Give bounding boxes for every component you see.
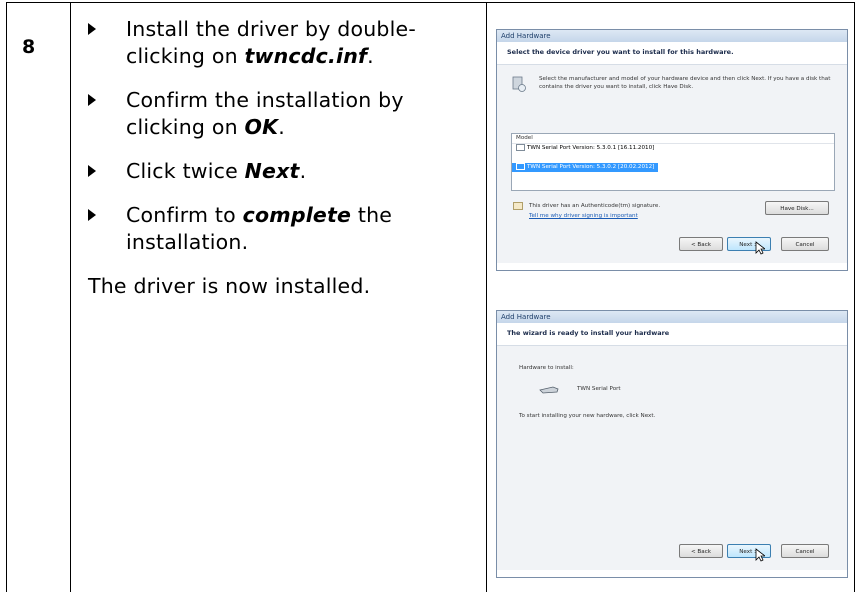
mouse-cursor-icon (755, 241, 765, 255)
instruction-item: Confirm to complete the installation. (88, 202, 468, 256)
dialog-heading: The wizard is ready to install your hard… (497, 323, 847, 346)
bullet-arrow-icon (88, 209, 96, 221)
completion-note: The driver is now installed. (88, 274, 371, 298)
bullet-arrow-icon (88, 94, 96, 106)
back-button[interactable]: < Back (679, 237, 723, 251)
instruction-text: Click twice (126, 159, 245, 183)
device-icon (516, 144, 525, 151)
instruction-item: Install the driver by double-clicking on… (88, 16, 468, 70)
driver-signing-link[interactable]: Tell me why driver signing is important (529, 212, 638, 220)
hardware-to-install-label: Hardware to install: (519, 365, 574, 371)
model-list-item[interactable]: TWN Serial Port Version: 5.3.0.1 [16.11.… (512, 144, 834, 153)
instruction-suffix: . (278, 115, 285, 139)
model-list-item-selected[interactable]: TWN Serial Port Version: 5.3.0.2 [20.02.… (512, 163, 659, 172)
instruction-emphasis: OK (244, 115, 279, 139)
dialog-body: Hardware to install: TWN Serial Port To … (497, 346, 847, 570)
install-instruction: To start installing your new hardware, c… (519, 413, 656, 419)
device-name: TWN Serial Port (577, 386, 621, 392)
signature-text: This driver has an Authenticode(tm) sign… (529, 203, 661, 209)
dialog-title: Add Hardware (497, 311, 847, 323)
instruction-emphasis: twncdc.inf (244, 44, 368, 68)
device-icon (516, 163, 525, 170)
dialog-title: Add Hardware (497, 30, 847, 42)
select-driver-dialog: Add Hardware Select the device driver yo… (496, 29, 848, 271)
bullet-arrow-icon (88, 165, 96, 177)
model-item-label: TWN Serial Port Version: 5.3.0.2 [20.02.… (527, 164, 655, 170)
instruction-list: Install the driver by double-clicking on… (88, 16, 468, 300)
instruction-emphasis: complete (242, 203, 352, 227)
mouse-cursor-icon (755, 548, 765, 562)
certificate-icon (513, 202, 523, 210)
instruction-suffix: . (299, 159, 307, 183)
have-disk-button[interactable]: Have Disk... (765, 201, 829, 215)
model-list-header: Model (512, 134, 834, 144)
bullet-arrow-icon (88, 23, 96, 35)
cancel-button[interactable]: Cancel (781, 544, 829, 558)
instruction-suffix: . (367, 44, 374, 68)
serial-port-icon (539, 386, 559, 394)
instruction-item: Confirm the installation by clicking on … (88, 87, 468, 141)
dialog-heading: Select the device driver you want to ins… (497, 42, 847, 65)
dialog-description: Select the manufacturer and model of you… (539, 76, 831, 90)
column-divider-2 (486, 2, 487, 592)
column-divider-1 (70, 2, 71, 592)
instruction-item: Click twice Next. (88, 158, 468, 185)
dialog-body: Select the manufacturer and model of you… (497, 65, 847, 263)
instruction-emphasis: Next (244, 159, 300, 183)
step-number: 8 (22, 36, 36, 58)
model-item-label: TWN Serial Port Version: 5.3.0.1 [16.11.… (527, 145, 655, 151)
model-list[interactable]: Model TWN Serial Port Version: 5.3.0.1 [… (511, 133, 835, 191)
hardware-icon (512, 76, 526, 92)
back-button[interactable]: < Back (679, 544, 723, 558)
cancel-button[interactable]: Cancel (781, 237, 829, 251)
instruction-text: Confirm to (126, 203, 243, 227)
ready-to-install-dialog: Add Hardware The wizard is ready to inst… (496, 310, 848, 578)
